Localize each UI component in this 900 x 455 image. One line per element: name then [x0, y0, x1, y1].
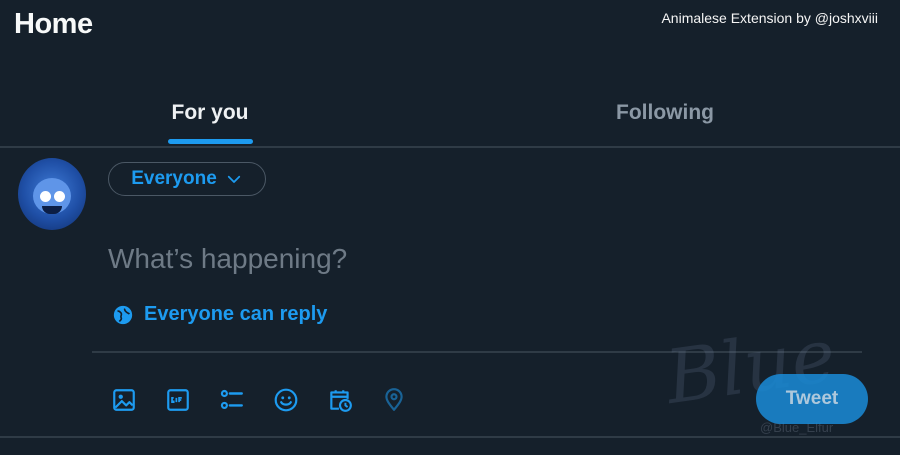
poll-button[interactable] [216, 382, 248, 418]
chevron-down-icon [227, 175, 240, 183]
avatar-eye [40, 191, 51, 202]
location-icon [385, 388, 403, 411]
extension-credit-overlay: Animalese Extension by @joshxviii [661, 10, 878, 26]
globe-icon [113, 305, 133, 324]
emoji-button[interactable] [270, 382, 302, 418]
page-title: Home [14, 8, 93, 40]
audience-label: Everyone [131, 168, 217, 189]
location-button[interactable] [378, 382, 410, 418]
audience-selector-button[interactable]: Everyone [108, 162, 266, 196]
avatar-eye [54, 191, 65, 202]
active-tab-indicator [168, 139, 253, 144]
gif-button[interactable] [162, 382, 194, 418]
media-button[interactable] [108, 382, 140, 418]
composer-divider [92, 351, 862, 353]
timeline-tabs: For you Following [0, 80, 900, 146]
tabs-divider [0, 146, 900, 148]
tweet-button[interactable]: Tweet [756, 374, 868, 424]
gif-icon [167, 389, 189, 411]
tab-for-you[interactable]: For you [0, 80, 420, 146]
avatar[interactable] [18, 158, 86, 230]
media-icon [113, 389, 135, 411]
tab-following[interactable]: Following [440, 80, 890, 146]
reply-setting-label: Everyone can reply [144, 303, 328, 325]
poll-icon [220, 389, 243, 409]
schedule-button[interactable] [324, 382, 356, 418]
compose-text-input[interactable] [106, 236, 630, 282]
emoji-icon [274, 388, 298, 412]
avatar-mouth [42, 206, 62, 214]
schedule-icon [330, 390, 352, 412]
reply-setting-button[interactable]: Everyone can reply [112, 303, 327, 326]
composer-bottom-divider [0, 436, 900, 438]
